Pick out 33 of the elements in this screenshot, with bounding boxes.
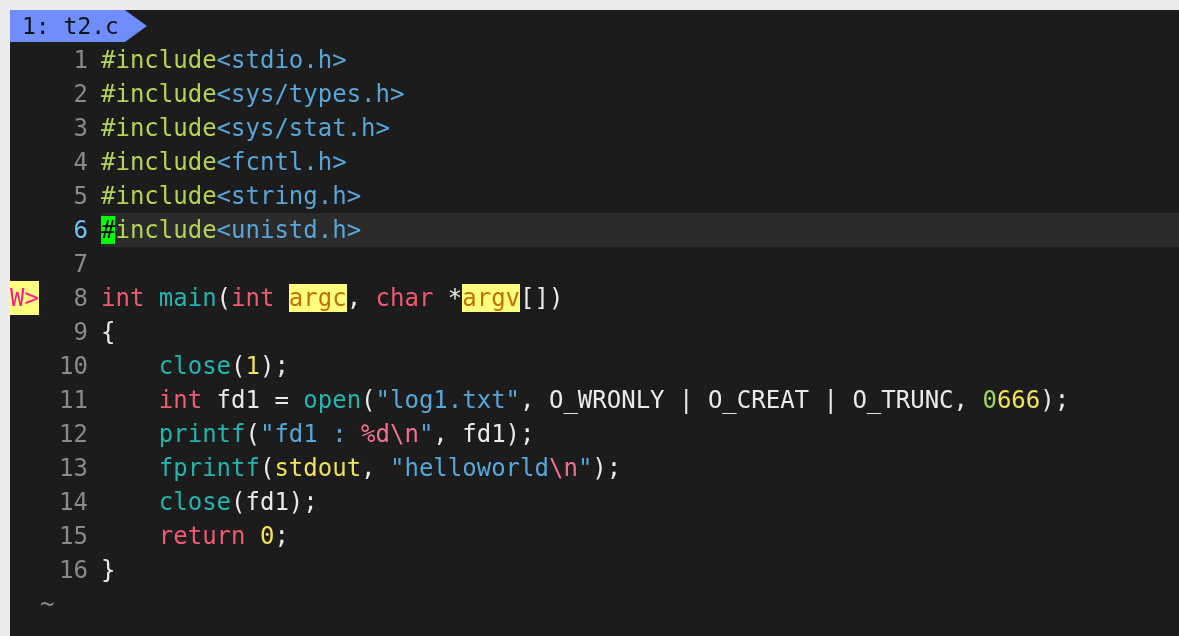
code-line: int fd1 = open("log1.txt", O_WRONLY | O_CREAT | O_TRUNC, 0666); bbox=[157, 385, 1071, 416]
code-line: #include<stdio.h> bbox=[101, 45, 348, 76]
line-number: 7 bbox=[72, 250, 89, 278]
code-line: return 0; bbox=[157, 521, 290, 552]
code-line: printf("fd1 : %d\n", fd1); bbox=[157, 419, 536, 450]
code-line: int main(int argc, char *argv[]) bbox=[101, 283, 565, 314]
line-number: 16 bbox=[58, 556, 89, 584]
line-number: 6 bbox=[72, 216, 89, 244]
line-number: 1 bbox=[72, 46, 89, 74]
line-number: 2 bbox=[72, 80, 89, 108]
line-number: 10 bbox=[58, 352, 89, 380]
warning-sign: W> bbox=[10, 281, 39, 315]
line-number: 4 bbox=[72, 148, 89, 176]
code-line: } bbox=[101, 555, 117, 586]
code-line: close(1); bbox=[157, 351, 290, 382]
line-number: 9 bbox=[72, 318, 89, 346]
line-number: 8 bbox=[72, 284, 89, 312]
code-line: { bbox=[101, 317, 117, 348]
code-line: #include<sys/stat.h> bbox=[101, 113, 391, 144]
line-number: 13 bbox=[58, 454, 89, 482]
code-line: close(fd1); bbox=[157, 487, 319, 518]
code-line: #include<fcntl.h> bbox=[101, 147, 348, 178]
file-tab[interactable]: 1: t2.c bbox=[10, 10, 147, 42]
line-number: 15 bbox=[58, 522, 89, 550]
code-line: #include<sys/types.h> bbox=[101, 79, 406, 110]
line-number: 14 bbox=[58, 488, 89, 516]
line-number: 3 bbox=[72, 114, 89, 142]
code-line: #include<string.h> bbox=[101, 181, 363, 212]
line-number: 5 bbox=[72, 182, 89, 210]
code-line: fprintf(stdout, "helloworld\n"); bbox=[157, 453, 623, 484]
line-number: 12 bbox=[58, 420, 89, 448]
line-number: 11 bbox=[58, 386, 89, 414]
empty-line-marker: ~ bbox=[40, 590, 55, 618]
